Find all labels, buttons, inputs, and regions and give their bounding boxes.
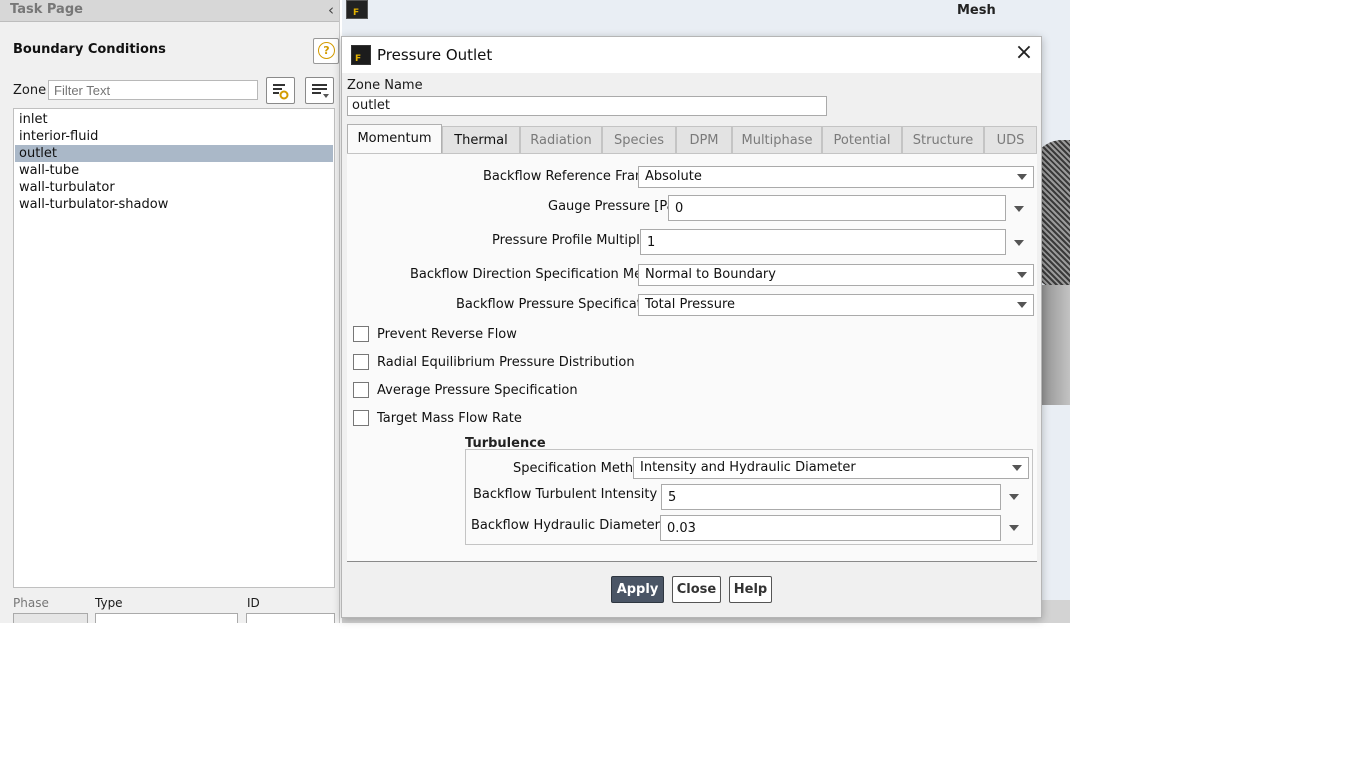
fluent-logo-icon: F: [351, 45, 371, 65]
question-mark-icon: ?: [318, 42, 335, 59]
type-select[interactable]: [95, 613, 238, 623]
hydraulic-diameter-input[interactable]: 0.03: [660, 515, 1001, 541]
task-page-panel: Task Page ‹ Boundary Conditions ? Zone i…: [0, 0, 340, 623]
profile-multiplier-options-icon[interactable]: [1014, 240, 1024, 246]
tab-structure[interactable]: Structure: [902, 126, 984, 153]
backflow-reference-frame-select[interactable]: Absolute: [638, 166, 1034, 188]
zone-item-wall-turbulator[interactable]: wall-turbulator: [15, 179, 333, 196]
zone-item-inlet[interactable]: inlet: [15, 111, 333, 128]
gauge-pressure-input[interactable]: 0: [668, 195, 1006, 221]
average-pressure-label: Average Pressure Specification: [377, 383, 578, 398]
phase-select[interactable]: [13, 613, 88, 623]
boundary-conditions-heading: Boundary Conditions: [13, 42, 166, 57]
tab-multiphase[interactable]: Multiphase: [732, 126, 822, 153]
chevron-down-icon: [1017, 302, 1027, 308]
filter-button[interactable]: [266, 77, 295, 104]
backflow-direction-method-select[interactable]: Normal to Boundary: [638, 264, 1034, 286]
chevron-down-icon: [1012, 465, 1022, 471]
close-button[interactable]: Close: [672, 576, 721, 603]
chevron-down-icon: [1017, 174, 1027, 180]
fluent-f-glyph: F: [355, 54, 362, 64]
pressure-outlet-dialog: F Pressure Outlet × Zone Name outlet Mom…: [341, 36, 1042, 618]
tab-uds[interactable]: UDS: [984, 126, 1037, 153]
list-menu-icon: [312, 84, 329, 98]
fluent-f-glyph: F: [353, 8, 360, 18]
zone-item-outlet[interactable]: outlet: [15, 145, 333, 162]
list-options-button[interactable]: [305, 77, 334, 104]
zone-name-label: Zone Name: [347, 78, 423, 93]
help-button[interactable]: ?: [313, 38, 339, 64]
gauge-pressure-options-icon[interactable]: [1014, 206, 1024, 212]
help-button[interactable]: Help: [729, 576, 772, 603]
tab-potential[interactable]: Potential: [822, 126, 902, 153]
specification-method-label: Specification Method: [513, 461, 650, 476]
task-page-title: Task Page: [10, 2, 83, 17]
zone-filter-input[interactable]: [48, 80, 258, 100]
tab-momentum[interactable]: Momentum: [347, 124, 442, 154]
task-page-header: Task Page ‹: [0, 0, 339, 22]
tab-dpm[interactable]: DPM: [676, 126, 732, 153]
turbulent-intensity-input[interactable]: 5: [661, 484, 1001, 510]
radial-equilibrium-label: Radial Equilibrium Pressure Distribution: [377, 355, 635, 370]
dialog-titlebar[interactable]: F Pressure Outlet ×: [342, 37, 1041, 73]
backflow-pressure-spec-value: Total Pressure: [645, 297, 736, 312]
zone-item-interior-fluid[interactable]: interior-fluid: [15, 128, 333, 145]
zone-item-wall-tube[interactable]: wall-tube: [15, 162, 333, 179]
close-icon[interactable]: ×: [1012, 42, 1036, 66]
backflow-reference-frame-label: Backflow Reference Frame: [483, 169, 656, 184]
tab-thermal[interactable]: Thermal: [442, 126, 520, 153]
backflow-pressure-spec-select[interactable]: Total Pressure: [638, 294, 1034, 316]
target-mass-flow-label: Target Mass Flow Rate: [377, 411, 522, 426]
pressure-profile-multiplier-label: Pressure Profile Multiplier: [492, 233, 657, 248]
prevent-reverse-flow-label: Prevent Reverse Flow: [377, 327, 517, 342]
hydraulic-diameter-label: Backflow Hydraulic Diameter [m]: [471, 518, 687, 533]
phase-label: Phase: [13, 596, 49, 610]
zone-label: Zone: [13, 83, 47, 98]
collapse-chevron-icon[interactable]: ‹: [328, 1, 334, 19]
zone-name-input[interactable]: outlet: [347, 96, 827, 116]
fluent-logo-icon: F: [346, 0, 368, 19]
prevent-reverse-flow-checkbox[interactable]: [353, 326, 369, 342]
specification-method-value: Intensity and Hydraulic Diameter: [640, 460, 856, 475]
backflow-pressure-spec-label: Backflow Pressure Specification: [456, 297, 662, 312]
zone-list[interactable]: inlet interior-fluid outlet wall-tube wa…: [13, 108, 335, 588]
hydraulic-diameter-options-icon[interactable]: [1009, 525, 1019, 531]
tab-species[interactable]: Species: [602, 126, 676, 153]
radial-equilibrium-checkbox[interactable]: [353, 354, 369, 370]
id-label: ID: [247, 596, 260, 610]
type-label: Type: [95, 596, 123, 610]
zone-item-wall-turbulator-shadow[interactable]: wall-turbulator-shadow: [15, 196, 333, 213]
backflow-direction-method-label: Backflow Direction Specification Method: [410, 267, 672, 282]
chevron-down-icon: [1017, 272, 1027, 278]
dialog-separator: [347, 561, 1037, 562]
target-mass-flow-checkbox[interactable]: [353, 410, 369, 426]
filter-list-icon: [273, 84, 289, 100]
backflow-reference-frame-value: Absolute: [645, 169, 702, 184]
id-input[interactable]: [246, 613, 335, 623]
average-pressure-checkbox[interactable]: [353, 382, 369, 398]
tab-radiation[interactable]: Radiation: [520, 126, 602, 153]
turbulent-intensity-label: Backflow Turbulent Intensity [%]: [473, 487, 684, 502]
turbulent-intensity-options-icon[interactable]: [1009, 494, 1019, 500]
apply-button[interactable]: Apply: [611, 576, 664, 603]
specification-method-select[interactable]: Intensity and Hydraulic Diameter: [633, 457, 1029, 479]
dialog-title: Pressure Outlet: [377, 46, 493, 64]
pressure-profile-multiplier-input[interactable]: 1: [640, 229, 1006, 255]
mesh-label: Mesh: [957, 3, 996, 18]
backflow-direction-method-value: Normal to Boundary: [645, 267, 776, 282]
gauge-pressure-label: Gauge Pressure [Pa]: [548, 199, 680, 214]
